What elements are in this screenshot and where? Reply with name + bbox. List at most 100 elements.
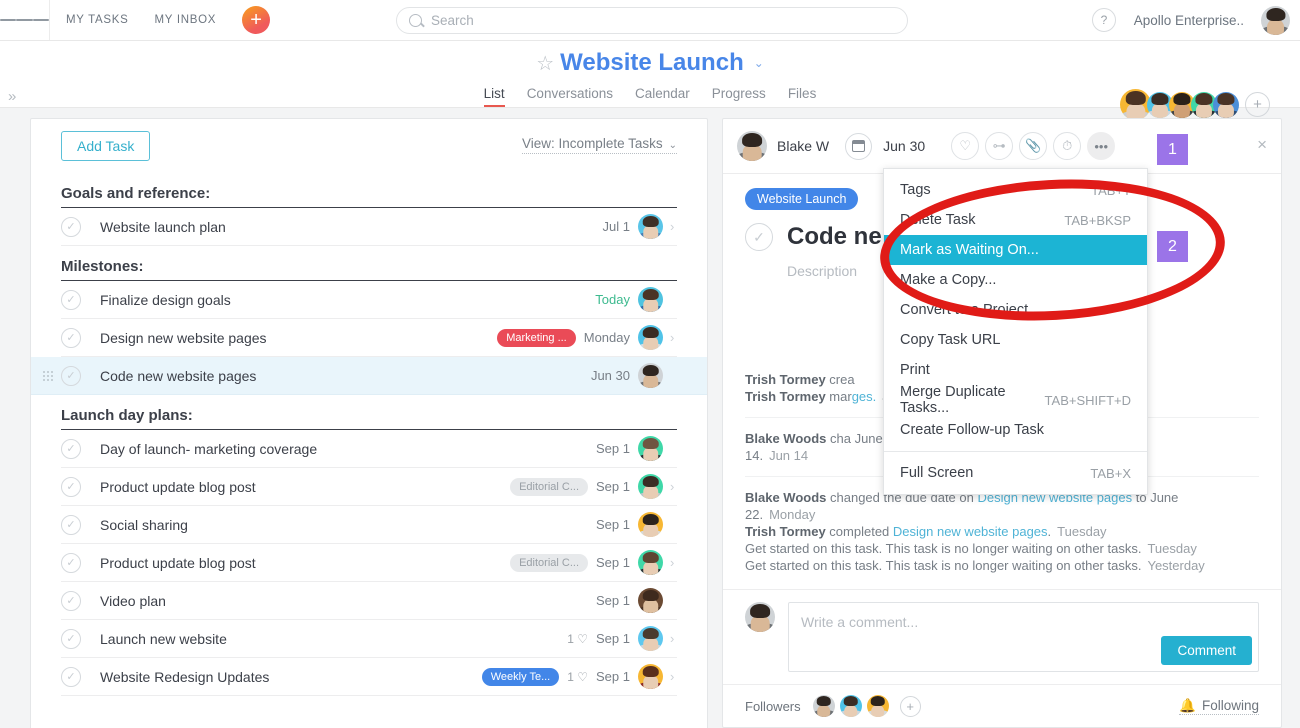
menu-item[interactable]: Make a Copy... (884, 265, 1147, 295)
close-icon[interactable]: × (1257, 135, 1267, 155)
menu-item[interactable]: Copy Task URL (884, 325, 1147, 355)
task-checkbox[interactable]: ✓ (61, 365, 81, 386)
task-due-date[interactable]: Sep 1 (596, 593, 630, 608)
task-assignee-avatar[interactable] (638, 474, 663, 499)
due-date-button[interactable] (845, 132, 873, 160)
task-project-pill[interactable]: Website Launch (745, 188, 859, 210)
task-due-date[interactable]: Jul 1 (603, 219, 630, 234)
more-options-icon[interactable]: ••• (1087, 132, 1116, 160)
task-checkbox[interactable]: ✓ (61, 327, 81, 348)
task-tag[interactable]: Weekly Te... (481, 667, 560, 686)
task-tag[interactable]: Editorial C... (510, 553, 589, 572)
drag-handle-icon[interactable] (42, 370, 53, 382)
menu-item[interactable]: Create Follow-up Task (884, 415, 1147, 445)
comment-input[interactable]: Write a comment... Comment (788, 602, 1259, 672)
project-chevron-down-icon[interactable]: ⌄ (754, 56, 764, 70)
tab-calendar[interactable]: Calendar (635, 86, 690, 105)
activity-author[interactable]: Trish Tormey (745, 389, 826, 404)
chevron-right-icon[interactable]: › (670, 330, 677, 345)
task-complete-checkbox[interactable]: ✓ (745, 223, 773, 251)
quick-add-button[interactable]: + (242, 6, 271, 34)
tab-list[interactable]: List (483, 86, 505, 107)
menu-item[interactable]: Print (884, 355, 1147, 385)
tab-conversations[interactable]: Conversations (527, 86, 613, 105)
add-follower-button[interactable]: + (899, 695, 921, 717)
table-row[interactable]: ✓ Day of launch- marketing coverage Sep 1 (61, 430, 677, 468)
add-task-button[interactable]: Add Task (61, 131, 151, 161)
chevron-right-icon[interactable]: › (670, 631, 677, 646)
current-user-avatar[interactable] (1261, 6, 1290, 40)
task-checkbox[interactable]: ✓ (61, 476, 81, 497)
hamburger-menu-icon[interactable] (0, 0, 50, 40)
menu-item[interactable]: Tags TAB+T (884, 175, 1147, 205)
follower-avatar[interactable] (866, 695, 889, 717)
tab-files[interactable]: Files (788, 86, 817, 105)
task-tag[interactable]: Marketing ... (497, 328, 576, 347)
task-assignee-avatar[interactable] (638, 626, 663, 651)
activity-author[interactable]: Blake Woods (745, 431, 826, 446)
task-assignee-avatar[interactable] (638, 664, 663, 689)
task-due-date[interactable]: Sep 1 (596, 669, 630, 684)
page-title[interactable]: Website Launch (560, 49, 744, 76)
view-filter-dropdown[interactable]: View: Incomplete Tasks ⌄ (522, 136, 677, 154)
task-checkbox[interactable]: ✓ (61, 590, 81, 611)
search-input[interactable]: Search (396, 7, 908, 34)
timer-icon[interactable]: ⏱ (1053, 132, 1082, 160)
menu-item[interactable]: Delete Task TAB+BKSP (884, 205, 1147, 235)
task-assignee-avatar[interactable] (638, 550, 663, 575)
chevron-right-icon[interactable]: › (670, 555, 677, 570)
like-count[interactable]: 1 ♡ (567, 670, 588, 684)
menu-item[interactable]: Merge Duplicate Tasks... TAB+SHIFT+D (884, 384, 1147, 416)
table-row[interactable]: ✓ Product update blog post Editorial C... S… (61, 544, 677, 582)
attachment-icon[interactable]: 📎 (1019, 132, 1048, 160)
subtask-icon[interactable]: ⊶ (985, 132, 1014, 160)
chevron-right-icon[interactable]: › (670, 219, 677, 234)
task-due-date[interactable]: Sep 1 (596, 631, 630, 646)
task-checkbox[interactable]: ✓ (61, 216, 81, 237)
follower-avatar[interactable] (839, 695, 862, 717)
chevron-right-icon[interactable]: › (670, 669, 677, 684)
task-assignee-avatar[interactable] (638, 512, 663, 537)
table-row[interactable]: ✓ Website Redesign Updates Weekly Te... 1 ♡… (61, 658, 677, 696)
member-avatar[interactable] (1213, 91, 1239, 118)
table-row[interactable]: ✓ Finalize design goals Today (61, 281, 677, 319)
table-row[interactable]: ✓ Website launch plan Jul 1 › (61, 208, 677, 246)
task-assignee-avatar[interactable] (638, 588, 663, 613)
organization-name[interactable]: Apollo Enterprise.. (1134, 13, 1244, 28)
task-assignee-avatar[interactable] (638, 436, 663, 461)
task-checkbox[interactable]: ✓ (61, 552, 81, 573)
task-assignee-avatar[interactable] (638, 363, 663, 388)
task-due-date[interactable]: Sep 1 (596, 517, 630, 532)
table-row[interactable]: ✓ Video plan Sep 1 (61, 582, 677, 620)
help-button[interactable]: ? (1092, 8, 1116, 32)
comment-button[interactable]: Comment (1161, 636, 1252, 665)
task-due-date[interactable]: Sep 1 (596, 479, 630, 494)
table-row[interactable]: ✓ Design new website pages Marketing ... Mo… (61, 319, 677, 357)
menu-item[interactable]: Mark as Waiting On... (884, 235, 1147, 265)
menu-item[interactable]: Full Screen TAB+X (884, 458, 1147, 488)
task-checkbox[interactable]: ✓ (61, 628, 81, 649)
tab-progress[interactable]: Progress (712, 86, 766, 105)
task-due-date[interactable]: Monday (584, 330, 630, 345)
activity-author[interactable]: Trish Tormey (745, 524, 826, 539)
assignee-name[interactable]: Blake W (777, 138, 829, 154)
favorite-star-icon[interactable]: ☆ (536, 53, 554, 75)
due-date-value[interactable]: Jun 30 (883, 138, 925, 154)
task-checkbox[interactable]: ✓ (61, 289, 81, 310)
nav-my-tasks[interactable]: MY TASKS (66, 14, 128, 26)
nav-my-inbox[interactable]: MY INBOX (154, 14, 216, 26)
task-title[interactable]: Code ne (787, 223, 882, 251)
heart-icon[interactable]: ♡ (951, 132, 980, 160)
task-checkbox[interactable]: ✓ (61, 666, 81, 687)
task-checkbox[interactable]: ✓ (61, 438, 81, 459)
like-count[interactable]: 1 ♡ (567, 632, 588, 646)
activity-task-link[interactable]: Design new website pages (893, 524, 1048, 539)
task-due-date[interactable]: Jun 30 (591, 368, 630, 383)
following-toggle[interactable]: 🔔 Following (1179, 698, 1259, 715)
task-due-date[interactable]: Sep 1 (596, 441, 630, 456)
menu-item[interactable]: Convert to a Project (884, 295, 1147, 325)
table-row[interactable]: ✓ Product update blog post Editorial C... S… (61, 468, 677, 506)
table-row[interactable]: ✓ Launch new website 1 ♡ Sep 1 › (61, 620, 677, 658)
add-member-button[interactable]: + (1245, 92, 1270, 117)
task-tag[interactable]: Editorial C... (510, 477, 589, 496)
